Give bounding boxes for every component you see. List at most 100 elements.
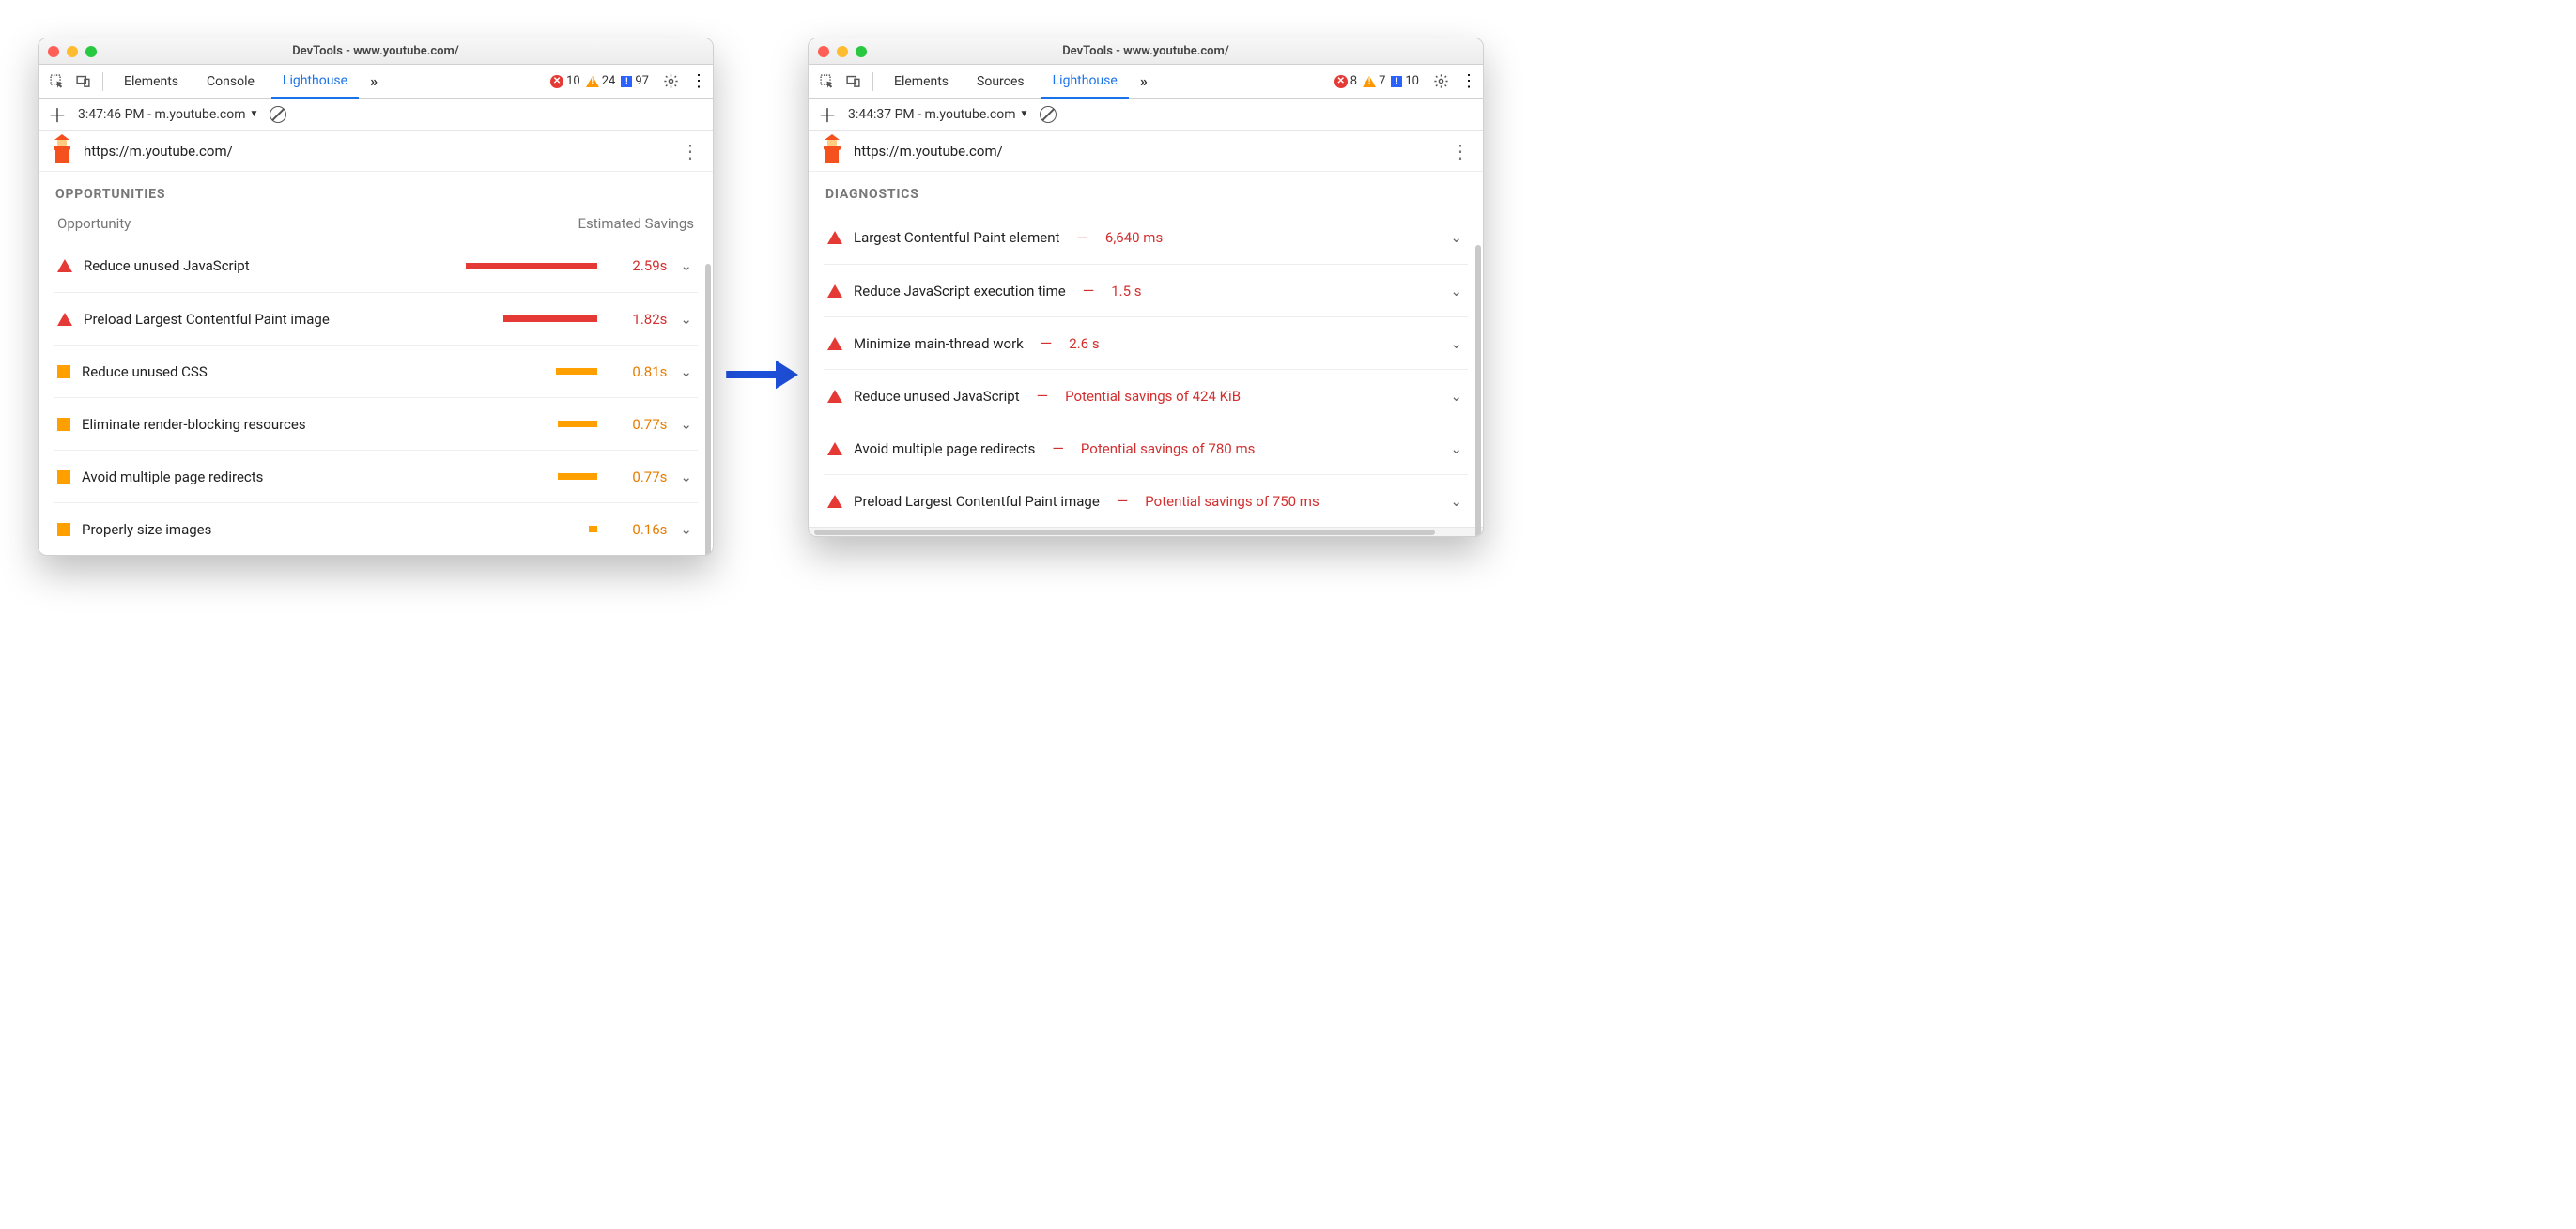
chevron-down-icon[interactable]: ⌄ xyxy=(678,257,694,274)
window-minimize-icon[interactable] xyxy=(837,46,848,57)
tab-sources[interactable]: Sources xyxy=(965,65,1036,99)
diagnostic-metric: 6,640 ms xyxy=(1105,229,1163,246)
savings-bar xyxy=(447,526,597,532)
more-tabs-icon[interactable]: » xyxy=(364,72,383,90)
tabs-bar: Elements Sources Lighthouse » ✕8 7 10 ⋮ xyxy=(809,65,1483,99)
diagnostic-row[interactable]: Reduce JavaScript execution time—1.5 s⌄ xyxy=(824,264,1468,316)
savings-value: 1.82s xyxy=(609,311,667,328)
opportunity-row[interactable]: Reduce unused JavaScript2.59s⌄ xyxy=(54,239,698,292)
chevron-down-icon[interactable]: ⌄ xyxy=(1448,283,1464,300)
window-close-icon[interactable] xyxy=(818,46,829,57)
average-square-icon xyxy=(57,470,70,484)
dropdown-caret-icon: ▼ xyxy=(1020,109,1029,119)
inspect-element-icon[interactable] xyxy=(816,71,837,92)
opportunity-row[interactable]: Reduce unused CSS 0.81s ⌄ xyxy=(54,345,698,397)
opportunity-label: Eliminate render-blocking resources xyxy=(82,416,306,433)
fail-triangle-icon xyxy=(827,390,842,403)
diagnostic-metric: Potential savings of 780 ms xyxy=(1081,440,1255,457)
window-minimize-icon[interactable] xyxy=(67,46,78,57)
savings-value: 0.81s xyxy=(609,363,667,380)
col-savings: Estimated Savings xyxy=(578,215,695,232)
col-opportunity: Opportunity xyxy=(57,215,131,232)
errors-badge[interactable]: ✕8 xyxy=(1334,74,1357,88)
report-selector[interactable]: 3:44:37 PM - m.youtube.com ▼ xyxy=(848,107,1028,122)
diagnostic-row[interactable]: Minimize main-thread work—2.6 s⌄ xyxy=(824,316,1468,369)
tab-elements[interactable]: Elements xyxy=(113,65,190,99)
tab-console[interactable]: Console xyxy=(195,65,266,99)
horizontal-scrollbar[interactable] xyxy=(809,527,1483,536)
opportunity-label: Properly size images xyxy=(82,521,211,538)
clear-report-icon[interactable] xyxy=(270,106,286,123)
fail-triangle-icon xyxy=(827,231,842,244)
opportunity-row[interactable]: Preload Largest Contentful Paint image 1.… xyxy=(54,292,698,345)
opportunity-label: Preload Largest Contentful Paint image xyxy=(84,311,330,328)
tab-elements[interactable]: Elements xyxy=(883,65,960,99)
chevron-down-icon[interactable]: ⌄ xyxy=(678,311,694,328)
titlebar: DevTools - www.youtube.com/ xyxy=(39,38,713,65)
metric-dash: — xyxy=(1111,492,1134,510)
report-menu-icon[interactable]: ⋮ xyxy=(1451,140,1470,162)
report-menu-icon[interactable]: ⋮ xyxy=(681,140,700,162)
section-heading: DIAGNOSTICS xyxy=(809,172,1483,211)
errors-badge[interactable]: ✕10 xyxy=(550,74,580,88)
savings-bar xyxy=(447,368,597,375)
lighthouse-logo-icon xyxy=(822,139,842,163)
chevron-down-icon[interactable]: ⌄ xyxy=(1448,440,1464,457)
report-time-label: 3:44:37 PM - m.youtube.com xyxy=(848,107,1016,122)
savings-bar xyxy=(447,315,597,322)
info-badge[interactable]: 10 xyxy=(1391,74,1419,88)
scrollbar-thumb[interactable] xyxy=(705,264,711,556)
chevron-down-icon[interactable]: ⌄ xyxy=(1448,493,1464,510)
chevron-down-icon[interactable]: ⌄ xyxy=(678,521,694,538)
metric-dash: — xyxy=(1077,282,1101,300)
device-toolbar-icon[interactable] xyxy=(72,71,93,92)
device-toolbar-icon[interactable] xyxy=(842,71,863,92)
average-square-icon xyxy=(57,418,70,431)
clear-report-icon[interactable] xyxy=(1040,106,1057,123)
diagnostic-label: Preload Largest Contentful Paint image xyxy=(854,493,1100,510)
warnings-badge[interactable]: 7 xyxy=(1363,74,1385,88)
opportunity-label: Reduce unused JavaScript xyxy=(84,257,250,274)
chevron-down-icon[interactable]: ⌄ xyxy=(678,416,694,433)
opportunity-row[interactable]: Properly size images0.16s⌄ xyxy=(54,502,698,555)
more-tabs-icon[interactable]: » xyxy=(1134,72,1153,90)
opportunity-row[interactable]: Eliminate render-blocking resources0.77s… xyxy=(54,397,698,450)
window-close-icon[interactable] xyxy=(48,46,59,57)
warnings-badge[interactable]: 24 xyxy=(586,74,616,88)
chevron-down-icon[interactable]: ⌄ xyxy=(678,469,694,485)
savings-bar xyxy=(447,263,597,269)
fail-triangle-icon xyxy=(827,337,842,350)
report-time-label: 3:47:46 PM - m.youtube.com xyxy=(78,107,246,122)
tab-lighthouse[interactable]: Lighthouse xyxy=(1041,65,1129,99)
diagnostic-label: Minimize main-thread work xyxy=(854,335,1024,352)
new-report-icon[interactable]: ＋ xyxy=(48,100,67,128)
opportunity-label: Reduce unused CSS xyxy=(82,363,208,380)
info-badge[interactable]: 97 xyxy=(621,74,649,88)
tab-lighthouse[interactable]: Lighthouse xyxy=(271,65,359,99)
diagnostic-row[interactable]: Preload Largest Contentful Paint image—P… xyxy=(824,474,1468,527)
report-selector[interactable]: 3:47:46 PM - m.youtube.com ▼ xyxy=(78,107,258,122)
chevron-down-icon[interactable]: ⌄ xyxy=(1448,388,1464,405)
window-maximize-icon[interactable] xyxy=(85,46,97,57)
dropdown-caret-icon: ▼ xyxy=(250,109,259,119)
devtools-window-left: DevTools - www.youtube.com/ Elements Con… xyxy=(38,38,714,556)
chevron-down-icon[interactable]: ⌄ xyxy=(678,363,694,380)
diagnostic-label: Avoid multiple page redirects xyxy=(854,440,1035,457)
chevron-down-icon[interactable]: ⌄ xyxy=(1448,335,1464,352)
settings-gear-icon[interactable] xyxy=(660,71,681,92)
window-maximize-icon[interactable] xyxy=(856,46,867,57)
window-title: DevTools - www.youtube.com/ xyxy=(809,44,1483,58)
settings-gear-icon[interactable] xyxy=(1430,71,1451,92)
diagnostic-row[interactable]: Reduce unused JavaScript—Potential savin… xyxy=(824,369,1468,422)
diagnostic-row[interactable]: Avoid multiple page redirects—Potential … xyxy=(824,422,1468,474)
diagnostic-row[interactable]: Largest Contentful Paint element—6,640 m… xyxy=(824,211,1468,264)
average-square-icon xyxy=(57,523,70,536)
diagnostic-metric: 2.6 s xyxy=(1069,335,1099,352)
scrollbar-thumb[interactable] xyxy=(1475,245,1481,537)
opportunity-label: Avoid multiple page redirects xyxy=(82,469,263,485)
new-report-icon[interactable]: ＋ xyxy=(818,100,837,128)
chevron-down-icon[interactable]: ⌄ xyxy=(1448,229,1464,246)
opportunity-row[interactable]: Avoid multiple page redirects0.77s⌄ xyxy=(54,450,698,502)
inspect-element-icon[interactable] xyxy=(46,71,67,92)
metric-dash: — xyxy=(1071,229,1094,247)
